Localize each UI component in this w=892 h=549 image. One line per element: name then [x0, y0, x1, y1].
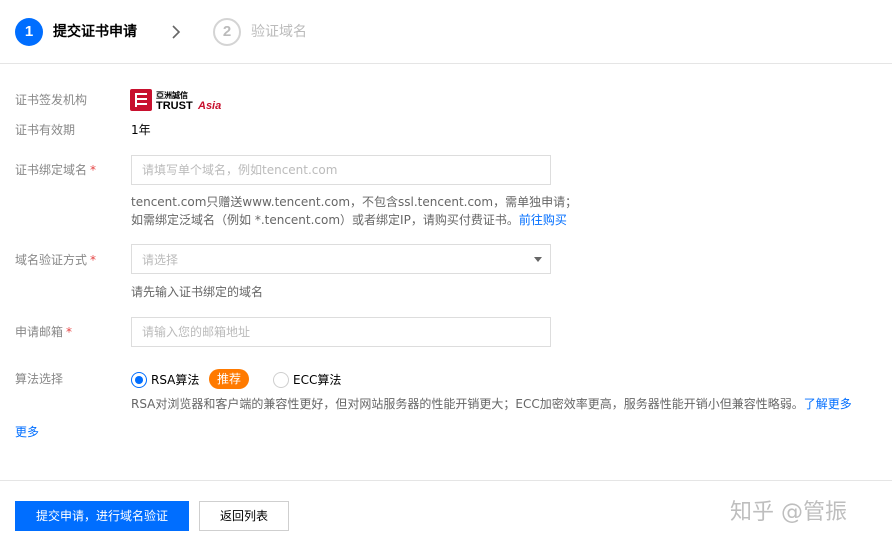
submit-button[interactable]: 提交申请，进行域名验证	[15, 501, 189, 531]
rsa-radio-label[interactable]: RSA算法	[151, 372, 199, 388]
steps-header: 1 提交证书申请 2 验证域名	[0, 0, 892, 64]
required-mark: *	[66, 325, 73, 339]
domain-help-line2: 如需绑定泛域名（例如 *.tencent.com）或者绑定IP，请购买付费证书。…	[131, 213, 567, 227]
watermark: 知乎 @管振	[730, 500, 847, 525]
step-1-number: 1	[15, 18, 43, 46]
verify-method-select[interactable]: 请选择	[131, 244, 551, 274]
issuer-label: 证书签发机构	[15, 93, 88, 107]
more-link[interactable]: 更多	[15, 424, 39, 440]
step-1-label: 提交证书申请	[53, 24, 137, 40]
svg-text:Asia: Asia	[197, 100, 221, 111]
verify-method-help: 请先输入证书绑定的域名	[131, 285, 264, 299]
recommend-badge: 推荐	[209, 369, 250, 389]
svg-text:TRUST: TRUST	[156, 100, 193, 111]
step-2-number: 2	[213, 18, 241, 46]
trustasia-logo: 亞洲誠信 TRUST Asia	[130, 89, 221, 111]
validity-value: 1年	[131, 123, 151, 137]
verify-method-label: 域名验证方式 *	[15, 253, 97, 267]
required-mark: *	[90, 163, 97, 177]
verify-method-placeholder: 请选择	[142, 253, 179, 267]
algorithm-label: 算法选择	[15, 372, 64, 386]
back-to-list-button[interactable]: 返回列表	[199, 501, 289, 531]
domain-help-line1: tencent.com只赠送www.tencent.com，不包含ssl.ten…	[131, 195, 578, 209]
required-mark: *	[90, 253, 97, 267]
buy-link[interactable]: 前往购买	[519, 213, 567, 227]
svg-text:亞洲誠信: 亞洲誠信	[156, 90, 188, 100]
email-label: 申请邮箱 *	[15, 325, 73, 339]
caret-down-icon	[534, 257, 542, 262]
domain-input[interactable]	[131, 155, 551, 185]
validity-label: 证书有效期	[15, 123, 76, 137]
learn-more-link[interactable]: 了解更多	[804, 397, 852, 411]
algorithm-help: RSA对浏览器和客户端的兼容性更好，但对网站服务器的性能开销更大；ECC加密效率…	[131, 397, 852, 411]
domain-label: 证书绑定域名 *	[15, 163, 97, 177]
chevron-right-icon	[172, 25, 181, 39]
ecc-radio[interactable]	[273, 372, 289, 388]
ecc-radio-label[interactable]: ECC算法	[293, 372, 341, 388]
email-input[interactable]	[131, 317, 551, 347]
rsa-radio[interactable]	[131, 372, 147, 388]
step-2-label: 验证域名	[251, 24, 307, 40]
